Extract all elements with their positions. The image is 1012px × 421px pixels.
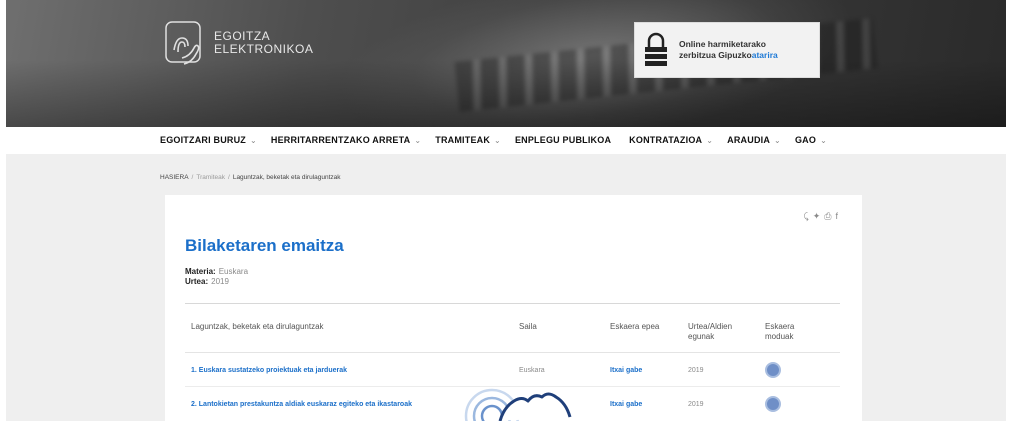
- lock-icon: [645, 32, 667, 66]
- nav-item-label: ENPLEGU PUBLIKOA: [514, 135, 612, 145]
- nav-item-araudia[interactable]: ARAUDIA ⌄: [727, 135, 781, 145]
- urtea-label: Urtea:: [185, 277, 209, 286]
- online-mode-icon[interactable]: [765, 396, 781, 412]
- login-line2: zerbitzua Gipuzkoatarira: [679, 50, 778, 61]
- table-row: 1. Euskara sustatzeko proiektuak eta jar…: [185, 358, 840, 384]
- result-title-link[interactable]: 2. Lantokietan prestakuntza aldiak euska…: [191, 401, 412, 408]
- nav-item-egoitzari-buruz[interactable]: EGOITZARI BURUZ ⌄: [160, 135, 257, 145]
- logo-text: EGOITZA ELEKTRONIKOA: [214, 30, 313, 56]
- site-logo[interactable]: EGOITZA ELEKTRONIKOA: [164, 18, 334, 78]
- urtea-row: Urtea: 2019: [185, 277, 248, 287]
- column-header-title: Laguntzak, beketak eta dirulaguntzak: [191, 322, 324, 331]
- main-nav: EGOITZARI BURUZ ⌄ HERRITARRENTZAKO ARRET…: [0, 127, 1012, 154]
- urtea-value: 2019: [211, 277, 229, 286]
- result-year: 2019: [688, 401, 704, 408]
- breadcrumb-separator: /: [228, 174, 230, 181]
- chevron-down-icon: ⌄: [414, 135, 422, 145]
- breadcrumb-tramiteak[interactable]: Tramiteak: [196, 174, 225, 181]
- result-deadline-link[interactable]: Itxai gabe: [610, 401, 642, 408]
- login-link[interactable]: atarira: [752, 50, 778, 60]
- online-login-text: Online harmiketarako zerbitzua Gipuzkoat…: [679, 39, 778, 61]
- breadcrumb: HASIERA / Tramiteak / Laguntzak, beketak eta…: [160, 174, 341, 181]
- page-title: Bilaketaren emaitza: [185, 236, 344, 255]
- column-header-dept: Saila: [519, 322, 537, 331]
- nav-item-enplegu-publikoa[interactable]: ENPLEGU PUBLIKOA: [515, 135, 615, 145]
- facebook-icon[interactable]: f: [835, 211, 838, 222]
- hand-fingerprint-logo-icon: [165, 21, 201, 65]
- nav-item-label: KONTRATAZIOA: [629, 135, 703, 145]
- nav-item-label: HERRITARRENTZAKO ARRETA: [270, 135, 411, 145]
- twitter-icon[interactable]: ✦: [813, 211, 821, 222]
- column-header-year: Urtea/Aldien egunak: [688, 322, 733, 341]
- online-login-box[interactable]: Online harmiketarako zerbitzua Gipuzkoat…: [634, 22, 820, 78]
- chevron-down-icon: ⌄: [706, 135, 714, 145]
- share-toolbar: ⤹ ✦ ⎙ f: [803, 211, 838, 222]
- column-header-mode: Eskaera moduak: [765, 322, 795, 341]
- nav-item-label: GAO: [794, 135, 817, 145]
- materia-row: Materia: Euskara: [185, 267, 248, 277]
- chevron-down-icon: ⌄: [494, 135, 501, 145]
- breadcrumb-separator: /: [191, 174, 194, 181]
- column-header-deadline: Eskaera epea: [610, 322, 660, 331]
- search-filters: Materia: Euskara Urtea: 2019: [185, 267, 248, 287]
- online-mode-icon[interactable]: [765, 362, 781, 378]
- breadcrumb-current: Laguntzak, beketak eta dirulaguntzak: [232, 174, 341, 181]
- row-divider: [185, 386, 840, 387]
- header-banner: [6, 0, 1006, 127]
- breadcrumb-home[interactable]: HASIERA: [160, 174, 189, 181]
- results-card: ⤹ ✦ ⎙ f Bilaketaren emaitza Materia: Eusk…: [165, 195, 862, 421]
- nav-item-label: ARAUDIA: [727, 135, 771, 145]
- nav-item-kontratazioa[interactable]: KONTRATAZIOA ⌄: [629, 135, 713, 145]
- nav-item-herritarrentzako-arreta[interactable]: HERRITARRENTZAKO ARRETA ⌄: [271, 135, 421, 145]
- login-line1: Online harmiketarako: [679, 39, 766, 49]
- nav-item-label: TRAMITEAK: [435, 135, 491, 145]
- divider: [185, 303, 840, 304]
- chevron-down-icon: ⌄: [820, 135, 827, 145]
- table-row: 2. Lantokietan prestakuntza aldiak euska…: [185, 392, 840, 418]
- chevron-down-icon: ⌄: [774, 135, 781, 145]
- result-dept: Euskara: [519, 367, 545, 374]
- nav-item-tramiteak[interactable]: TRAMITEAK ⌄: [435, 135, 501, 145]
- materia-label: Materia:: [185, 267, 216, 276]
- nav-item-gao[interactable]: GAO ⌄: [795, 135, 827, 145]
- banner-shadow: [6, 60, 1006, 127]
- logo-line2: ELEKTRONIKOA: [214, 42, 314, 56]
- login-line2-prefix: zerbitzua Gipuzko: [679, 50, 752, 60]
- result-deadline-link[interactable]: Itxai gabe: [610, 367, 642, 374]
- share-icon[interactable]: ⤹: [803, 211, 808, 222]
- table-header: Laguntzak, beketak eta dirulaguntzak Sai…: [185, 310, 840, 350]
- print-icon[interactable]: ⎙: [824, 211, 831, 222]
- nav-items: EGOITZARI BURUZ ⌄ HERRITARRENTZAKO ARRET…: [160, 135, 841, 145]
- chevron-down-icon: ⌄: [250, 135, 257, 145]
- result-year: 2019: [688, 367, 704, 374]
- table-header-divider: [185, 352, 840, 353]
- materia-value: Euskara: [218, 267, 249, 276]
- result-title-link[interactable]: 1. Euskara sustatzeko proiektuak eta jar…: [191, 367, 347, 374]
- nav-item-label: EGOITZARI BURUZ: [160, 135, 246, 145]
